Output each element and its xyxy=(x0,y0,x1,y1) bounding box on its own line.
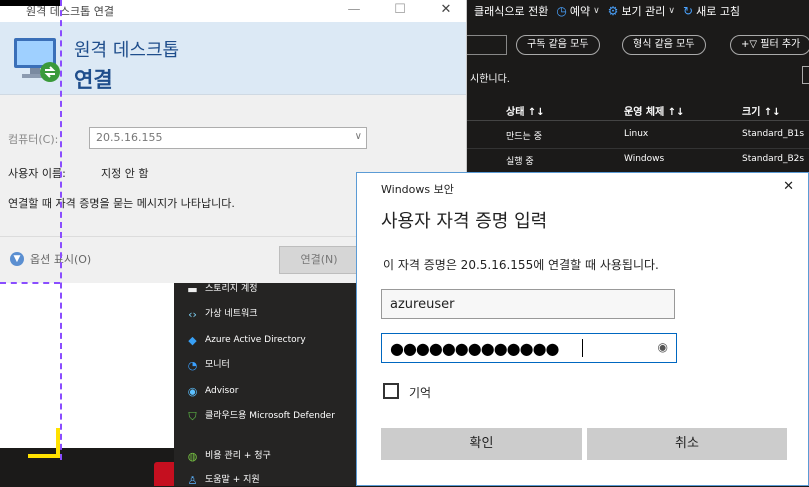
menu-item-monitor[interactable]: ◔ 모니터 xyxy=(186,359,230,372)
portal-info-message: 시한니다. xyxy=(470,74,510,85)
computer-label: 컴퓨터(C): xyxy=(8,133,59,146)
menu-item-advisor[interactable]: ◉ Advisor xyxy=(186,385,239,398)
username-input[interactable]: azureuser xyxy=(381,289,675,319)
connect-button[interactable]: 연결(N) xyxy=(279,246,359,274)
portal-command-bar: 클래식으로 전환 ◷ 예약 ∨ ⚙ 보기 관리 ∨ ↻ 새로 고침 xyxy=(466,0,809,22)
portal-side-menu: ▬ 스토리지 계정 ‹› 가상 네트워크 ◆ Azure Active Dire… xyxy=(174,278,356,487)
manage-view-button[interactable]: ⚙ 보기 관리 ∨ xyxy=(608,3,675,19)
menu-item-storage-accounts[interactable]: ▬ 스토리지 계정 xyxy=(186,283,257,296)
security-close-button[interactable]: ✕ xyxy=(783,179,794,194)
credential-heading: 사용자 자격 증명 입력 xyxy=(381,211,548,232)
refresh-button[interactable]: ↻ 새로 고침 xyxy=(683,3,740,19)
menu-item-defender[interactable]: ⛉ 클라우드용 Microsoft Defender xyxy=(186,410,336,423)
menu-item-help-support[interactable]: ♙ 도움말 + 지원 xyxy=(186,474,260,487)
column-os[interactable]: 운영 체제 ↑↓ xyxy=(624,103,685,118)
azure-ad-icon: ◆ xyxy=(188,334,197,347)
dark-corner-overlay xyxy=(0,0,60,6)
credential-prompt-info: 연결할 때 자격 증명을 묻는 메시지가 나타납니다. xyxy=(8,197,235,210)
reveal-password-icon[interactable]: ◉ xyxy=(658,340,668,354)
purple-dashed-guide-horizontal xyxy=(0,282,60,284)
storage-account-icon: ▬ xyxy=(187,283,198,296)
windows-security-dialog: Windows 보안 ✕ 사용자 자격 증명 입력 이 자격 증명은 20.5.… xyxy=(356,172,809,486)
add-filter-button[interactable]: +▽ 필터 추가 xyxy=(730,35,809,55)
chevron-down-icon: ∨ xyxy=(593,6,600,16)
add-filter-icon: +▽ xyxy=(741,39,761,50)
column-status[interactable]: 상태 ↑↓ xyxy=(506,103,545,118)
table-row[interactable]: 만드는 중 Linux Standard_B1s xyxy=(466,124,809,149)
chevron-down-icon: ∨ xyxy=(668,6,676,16)
minimize-button[interactable]: — xyxy=(340,2,368,17)
maximize-button[interactable]: ☐ xyxy=(386,2,414,17)
rdc-title-bar: 원격 데스크톱 연결 — ☐ ✕ xyxy=(0,0,466,22)
password-input[interactable]: ●●●●●●●●●●●●● ◉ xyxy=(381,333,677,363)
clock-icon: ◷ xyxy=(556,4,567,18)
help-icon: ♙ xyxy=(187,474,198,487)
remote-desktop-logo-icon xyxy=(14,38,60,82)
refresh-icon: ↻ xyxy=(683,4,694,18)
show-options-toggle[interactable]: ▼ 옵션 표시(O) xyxy=(10,251,91,267)
chevron-down-icon: ∨ xyxy=(354,131,362,142)
username-value: 지정 안 함 xyxy=(101,167,149,180)
subscription-filter-pill[interactable]: 구독 같음 모두 xyxy=(516,35,600,55)
filter-search-input[interactable] xyxy=(466,35,507,55)
monitor-icon: ◔ xyxy=(187,359,198,372)
red-tab-indicator xyxy=(154,462,174,486)
portal-checkbox[interactable] xyxy=(802,66,809,84)
menu-item-virtual-networks[interactable]: ‹› 가상 네트워크 xyxy=(186,308,257,321)
advisor-icon: ◉ xyxy=(187,385,198,398)
rdc-banner: 원격 데스크톱 연결 xyxy=(0,22,466,95)
resource-table-header: 상태 ↑↓ 운영 체제 ↑↓ 크기 ↑↓ xyxy=(466,98,809,121)
menu-item-azure-ad[interactable]: ◆ Azure Active Directory xyxy=(186,334,305,347)
computer-value: 20.5.16.155 xyxy=(96,131,163,144)
menu-item-cost-management[interactable]: ◍ 비용 관리 + 청구 xyxy=(186,450,271,463)
security-dialog-title: Windows 보안 xyxy=(381,183,454,196)
rdc-close-button[interactable]: ✕ xyxy=(432,2,460,17)
table-row[interactable]: 실행 중 Windows Standard_B2s xyxy=(466,149,809,174)
defender-icon: ⛉ xyxy=(188,410,197,423)
left-taskbar-strip xyxy=(0,448,174,486)
switch-classic-button[interactable]: 클래식으로 전환 xyxy=(474,3,548,19)
ok-button[interactable]: 확인 xyxy=(381,428,582,460)
username-label: 사용자 이름: xyxy=(8,167,66,180)
expand-down-icon: ▼ xyxy=(10,252,24,266)
remember-checkbox[interactable] xyxy=(383,383,399,399)
computer-combobox[interactable]: 20.5.16.155 ∨ xyxy=(89,127,367,149)
remember-label: 기억 xyxy=(409,386,432,400)
schedule-button[interactable]: ◷ 예약 ∨ xyxy=(556,3,599,19)
portal-filter-bar: 구독 같음 모두 형식 같음 모두 +▽ 필터 추가 xyxy=(466,34,809,58)
cancel-button[interactable]: 취소 xyxy=(587,428,787,460)
rdc-header-title: 원격 데스크톱 xyxy=(74,40,180,61)
cost-management-icon: ◍ xyxy=(187,450,198,463)
column-size[interactable]: 크기 ↑↓ xyxy=(742,103,781,118)
text-caret xyxy=(582,339,583,357)
yellow-highlight-horizontal xyxy=(28,454,60,458)
purple-dashed-guide-vertical xyxy=(60,0,62,460)
gear-icon: ⚙ xyxy=(607,4,619,18)
rdc-header-subtitle: 연결 xyxy=(74,68,113,92)
credential-description: 이 자격 증명은 20.5.16.155에 연결할 때 사용됩니다. xyxy=(383,258,659,272)
virtual-network-icon: ‹› xyxy=(188,308,197,321)
type-filter-pill[interactable]: 형식 같음 모두 xyxy=(622,35,706,55)
